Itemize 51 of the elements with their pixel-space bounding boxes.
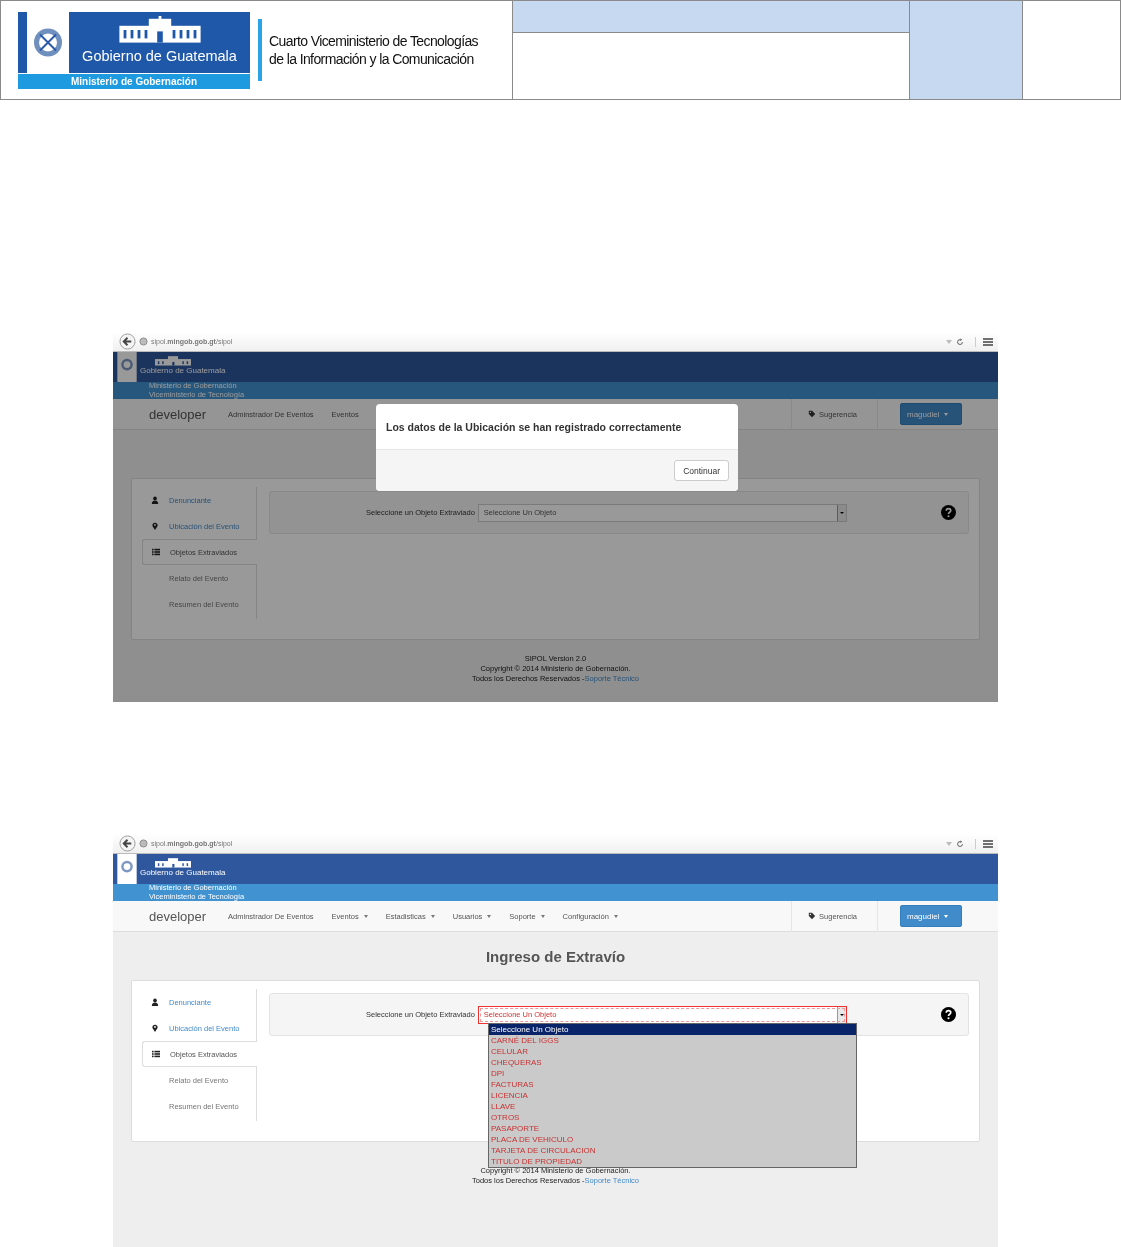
logo-subtitle: Ministerio de Gobernación bbox=[18, 73, 250, 89]
menu-icon[interactable] bbox=[975, 336, 994, 347]
dropdown-option[interactable]: PLACA DE VEHICULO bbox=[489, 1134, 856, 1145]
help-icon[interactable] bbox=[941, 1007, 956, 1022]
palace-icon bbox=[155, 355, 191, 366]
reload-icon[interactable] bbox=[956, 337, 964, 346]
dropdown-option[interactable]: PASAPORTE bbox=[489, 1123, 856, 1134]
modal-message: Los datos de la Ubicación se han registrado correctamente bbox=[386, 420, 682, 433]
dropdown-option[interactable]: Seleccione Un Objeto bbox=[489, 1024, 856, 1035]
header-heading: de la Información y la Comunicación bbox=[269, 50, 475, 68]
back-icon[interactable] bbox=[119, 333, 136, 350]
menu-icon[interactable] bbox=[975, 838, 994, 849]
emblem-icon bbox=[27, 12, 69, 73]
header-heading: Cuarto Viceministerio de Tecnologías bbox=[269, 32, 478, 50]
dropdown-option[interactable]: TARJETA DE CIRCULACION bbox=[489, 1145, 856, 1156]
user-menu-button[interactable]: magudiel bbox=[900, 403, 962, 425]
dropdown-option[interactable]: FACTURAS bbox=[489, 1079, 856, 1090]
list-icon bbox=[152, 1050, 160, 1058]
logo-title: Gobierno de Guatemala bbox=[82, 48, 237, 64]
dropdown-option[interactable]: CHEQUERAS bbox=[489, 1057, 856, 1068]
app-name[interactable]: developer bbox=[149, 908, 207, 924]
user-menu-button[interactable]: magudiel bbox=[900, 905, 962, 927]
help-icon[interactable] bbox=[941, 505, 956, 520]
dropdown-option[interactable]: LLAVE bbox=[489, 1101, 856, 1112]
brand-title: Gobierno de Guatemala bbox=[140, 868, 226, 877]
continue-button[interactable]: Continuar bbox=[674, 460, 729, 481]
person-icon bbox=[151, 998, 159, 1006]
palace-icon bbox=[155, 857, 191, 868]
emblem-icon bbox=[117, 352, 137, 382]
reload-icon[interactable] bbox=[956, 839, 964, 848]
map-pin-icon bbox=[151, 522, 159, 530]
person-icon bbox=[151, 496, 159, 504]
map-pin-icon bbox=[151, 1024, 159, 1032]
tag-icon bbox=[808, 410, 817, 418]
back-icon[interactable] bbox=[119, 835, 136, 852]
tag-icon bbox=[808, 912, 817, 920]
page-title: Ingreso de Extravío bbox=[485, 947, 626, 965]
dropdown-option[interactable]: TITULO DE PROPIEDAD bbox=[489, 1156, 856, 1167]
brand-title: Gobierno de Guatemala bbox=[140, 366, 226, 375]
caret-icon bbox=[944, 914, 949, 918]
globe-icon bbox=[139, 839, 148, 848]
dropdown-option[interactable]: LICENCIA bbox=[489, 1090, 856, 1101]
dropdown-option[interactable]: CARNÉ DEL IGGS bbox=[489, 1035, 856, 1046]
caret-icon bbox=[944, 412, 949, 416]
dropdown-option[interactable]: OTROS bbox=[489, 1112, 856, 1123]
list-icon bbox=[152, 548, 160, 556]
emblem-icon bbox=[117, 854, 137, 884]
app-name[interactable]: developer bbox=[149, 406, 207, 422]
dropdown-option[interactable]: CELULAR bbox=[489, 1046, 856, 1057]
globe-icon bbox=[139, 337, 148, 346]
dropdown-option[interactable]: DPI bbox=[489, 1068, 856, 1079]
